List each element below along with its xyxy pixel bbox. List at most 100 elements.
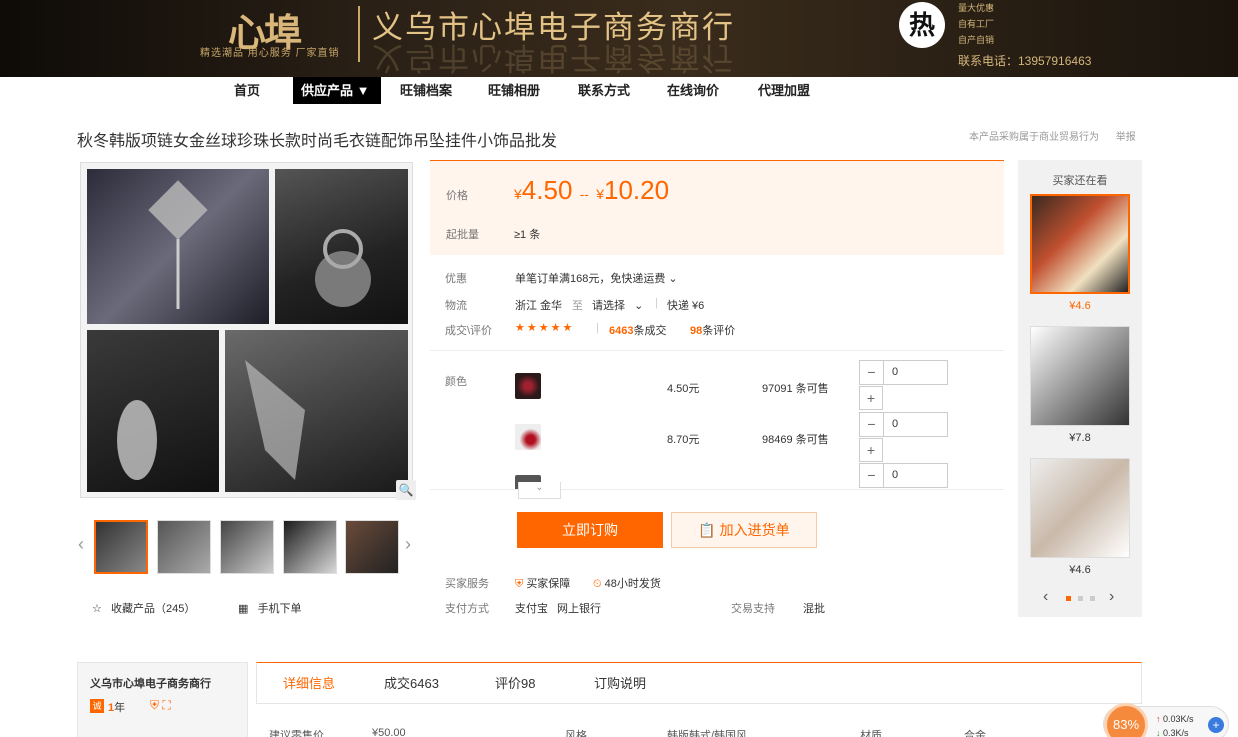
pendant-graphic (148, 180, 208, 309)
thumbnail[interactable] (220, 520, 274, 574)
expand-options-icon[interactable]: ⌄ (518, 482, 561, 499)
sku-price: 8.70元 (667, 434, 700, 446)
thumb-next-icon[interactable]: › (405, 534, 411, 555)
sku-thumbnail[interactable] (515, 424, 541, 450)
price-label: 价格 (446, 190, 468, 202)
nav-inquiry[interactable]: 在线询价 (659, 77, 727, 104)
thumbnail[interactable] (345, 520, 399, 574)
pay-alipay: 支付宝 (515, 603, 548, 615)
carousel-dot[interactable] (1090, 596, 1095, 601)
promo-lines: 量大优惠 自有工厂 自产自销 (958, 0, 994, 48)
shield-icon: ⛨ (515, 578, 524, 590)
main-product-image[interactable] (80, 162, 413, 498)
tab-deals[interactable]: 成交6463 (384, 673, 439, 692)
detail-value: 合金 (964, 730, 986, 737)
service-label: 买家服务 (445, 578, 489, 590)
ship-48h[interactable]: ⏲ 48小时发货 (593, 575, 661, 591)
also-viewed-price: ¥7.8 (1069, 432, 1091, 444)
discount-label: 优惠 (445, 273, 467, 285)
header-banner: 心埠 精选潮品 用心服务 厂家直销 义乌市心埠电子商务商行 义乌市心埠电子商务商… (0, 0, 1238, 77)
shop-years: 1年 (108, 702, 126, 714)
plus-icon[interactable]: + (859, 386, 883, 410)
shop-tagline: 精选潮品 用心服务 厂家直销 (200, 48, 340, 59)
guarantee-icons: ⛨ ⛶ (150, 698, 171, 712)
minus-icon[interactable]: − (860, 361, 884, 384)
nav-archive[interactable]: 旺铺档案 (392, 77, 460, 104)
minus-icon[interactable]: − (860, 413, 884, 436)
nav-album[interactable]: 旺铺相册 (480, 77, 548, 104)
thumbnail[interactable] (94, 520, 148, 574)
plus-icon[interactable]: + (859, 438, 883, 462)
quantity-stepper[interactable]: − 0 (859, 463, 948, 488)
carousel-prev-icon[interactable]: ‹ (1043, 588, 1048, 606)
title-notice: 本产品采购属于商业贸易行为 举报 (955, 128, 1136, 143)
quantity-value[interactable]: 0 (892, 469, 898, 481)
report-link[interactable]: 举报 (1116, 132, 1136, 143)
also-viewed-price: ¥4.6 (1069, 300, 1091, 312)
sku-thumbnail[interactable] (515, 373, 541, 399)
discount-text[interactable]: 单笔订单满168元，免快递运费 ⌄ (515, 270, 678, 286)
quantity-stepper[interactable]: − 0 (859, 360, 948, 385)
tab-details[interactable]: 详细信息 (283, 673, 335, 692)
trade-support-label: 交易支持 (731, 603, 775, 615)
upload-speed: ↑ 0.03K/s (1156, 714, 1194, 724)
also-viewed-item[interactable] (1030, 458, 1130, 558)
mobile-order-label: 手机下单 (257, 603, 302, 615)
product-title: 秋冬韩版项链女金丝球珍珠长款时尚毛衣链配饰吊坠挂件小饰品批发 (77, 133, 558, 150)
clock-icon: ⏲ (593, 578, 602, 590)
nav-home[interactable]: 首页 (226, 77, 268, 104)
nav-agent[interactable]: 代理加盟 (750, 77, 818, 104)
review-count[interactable]: 98条评价 (690, 322, 735, 338)
add-icon[interactable]: + (1208, 717, 1224, 733)
favorite-button[interactable]: ☆ 收藏产品（245） (92, 600, 195, 616)
thumb-prev-icon[interactable]: ‹ (78, 534, 84, 555)
also-viewed-price: ¥4.6 (1069, 564, 1091, 576)
thumbnail[interactable] (283, 520, 337, 574)
image-tile (87, 169, 269, 324)
buy-now-button[interactable]: 立即订购 (517, 512, 663, 548)
quantity-stepper[interactable]: − 0 (859, 412, 948, 437)
also-viewed-item[interactable] (1030, 326, 1130, 426)
cpu-percent: 83% (1104, 703, 1148, 737)
integrity-icon: 诚 (90, 699, 104, 713)
buyer-guarantee[interactable]: ⛨ 买家保障 (515, 575, 570, 591)
carousel-dot[interactable] (1066, 596, 1071, 601)
price-box: 价格 ¥4.50 -- ¥10.20 起批量 ≥1 条 (430, 160, 1004, 255)
sku-stock: 98469 条可售 (762, 434, 829, 446)
also-viewed-item[interactable] (1030, 194, 1130, 294)
add-to-cart-button[interactable]: 📋 加入进货单 (671, 512, 817, 548)
detail-key: 材质 (860, 730, 882, 737)
logistics-label: 物流 (445, 300, 467, 312)
mobile-order-button[interactable]: ▦ 手机下单 (238, 600, 302, 616)
sku-options: 颜色 4.50元 97091 条可售 − 0 + 8.70元 98469 条可售… (430, 350, 1004, 490)
minus-icon[interactable]: − (860, 464, 884, 487)
thumbnail-strip: ‹ › (78, 518, 418, 574)
region-select[interactable]: 请选择 ⌄ (592, 297, 643, 313)
thumbnail[interactable] (157, 520, 211, 574)
shop-name[interactable]: 义乌市心埠电子商务商行 (90, 675, 211, 691)
nav-products[interactable]: 供应产品 ▼ (293, 77, 381, 104)
deal-count[interactable]: 6463条成交 (609, 322, 666, 338)
carousel-dots (1066, 596, 1095, 601)
tab-reviews[interactable]: 评价98 (495, 673, 535, 692)
detail-key: 建议零售价 (269, 730, 324, 737)
sku-price: 4.50元 (667, 383, 700, 395)
payment-label: 支付方式 (445, 603, 489, 615)
pay-bank: 网上银行 (557, 603, 601, 615)
tab-order-info[interactable]: 订购说明 (594, 673, 646, 692)
hot-badge: 热 (899, 2, 945, 48)
image-tile (225, 330, 408, 492)
quantity-value[interactable]: 0 (892, 366, 898, 378)
netspeed-widget[interactable]: 83% ↑ 0.03K/s ↓ 0.3K/s + (1103, 703, 1229, 737)
carousel-dot[interactable] (1078, 596, 1083, 601)
carousel-next-icon[interactable]: › (1109, 588, 1114, 606)
color-label: 颜色 (445, 376, 467, 388)
nav-contact[interactable]: 联系方式 (570, 77, 638, 104)
express-fee: 快递 ¥6 (667, 300, 705, 312)
zoom-icon[interactable]: 🔍 (396, 480, 416, 500)
price-high: 10.20 (604, 175, 670, 205)
quantity-value[interactable]: 0 (892, 418, 898, 430)
promo-line: 自产自销 (958, 35, 995, 45)
trade-support-value: 混批 (803, 603, 825, 615)
deal-label: 成交\评价 (445, 325, 493, 337)
